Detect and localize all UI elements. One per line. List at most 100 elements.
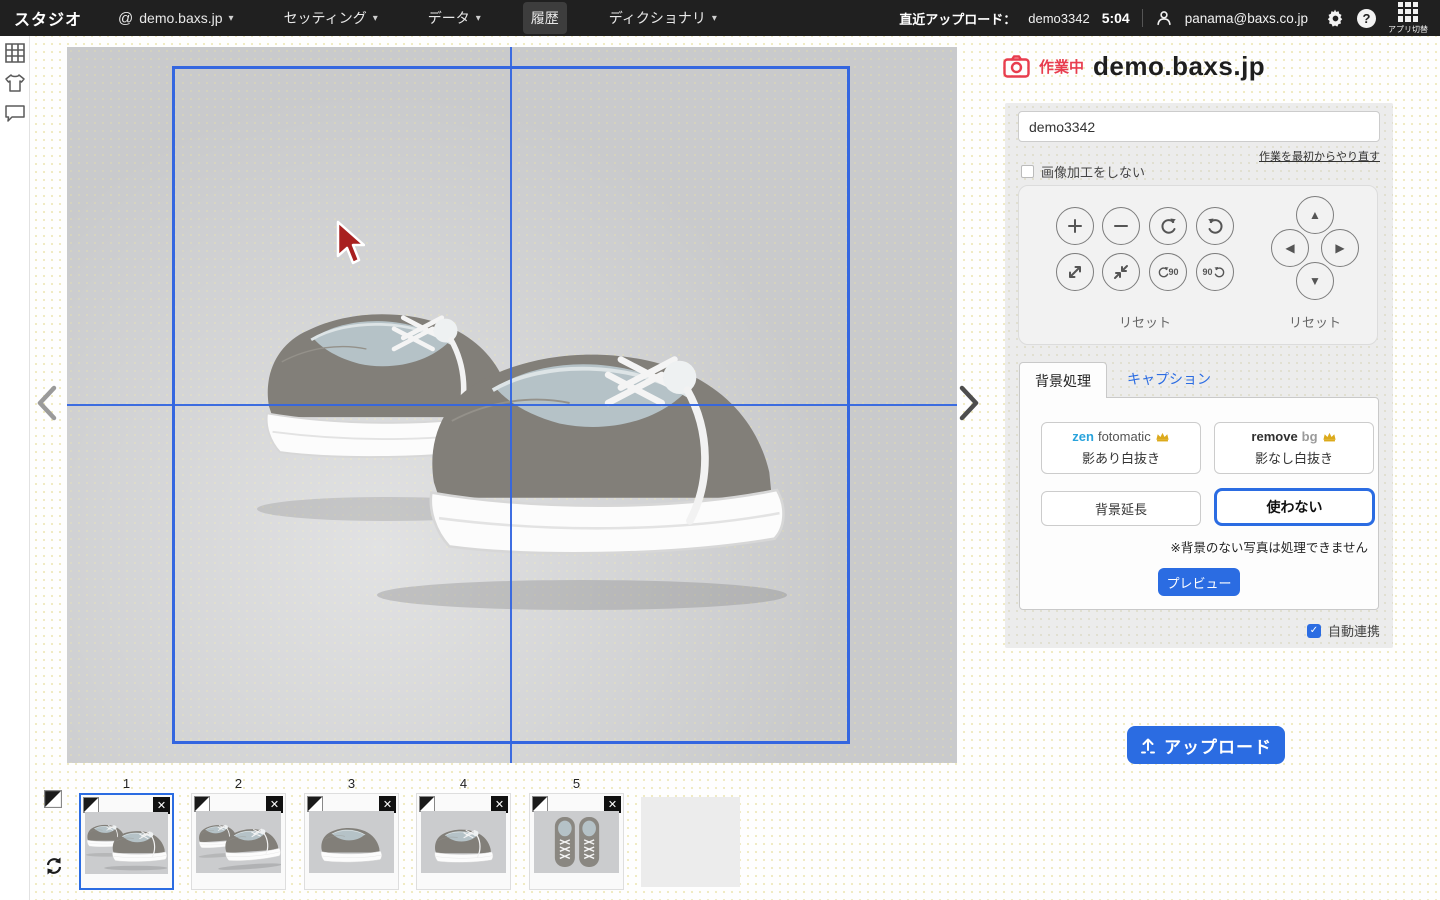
thumbnail-number: 2	[191, 776, 286, 791]
background-processing-panel: zenfotomatic 影あり白抜き removebg 影なし白抜き 背景延長…	[1019, 397, 1379, 610]
no-processing-button[interactable]: 使わない	[1214, 488, 1375, 526]
mouse-cursor-icon	[335, 220, 365, 268]
chevron-down-icon: ▾	[476, 13, 481, 24]
gear-icon[interactable]	[1326, 9, 1345, 28]
thumbnail-image	[85, 812, 168, 874]
thumbnail-number: 1	[79, 776, 174, 791]
menu-settings-label: セッティング	[284, 8, 367, 28]
reset-transform-button[interactable]: リセット	[1119, 312, 1171, 331]
move-right-button[interactable]: ▶	[1321, 229, 1359, 267]
rotate-90-label: 90	[1202, 267, 1212, 277]
menu-data[interactable]: データ ▾	[420, 2, 489, 34]
menu-data-label: データ	[428, 8, 470, 28]
refresh-icon[interactable]	[44, 856, 64, 876]
preview-button[interactable]: プレビュー	[1158, 568, 1240, 596]
topbar-right-group: 直近アップロード： demo3342 5:04 panama@baxs.co.j…	[899, 2, 1428, 35]
user-email: panama@baxs.co.jp	[1185, 11, 1308, 26]
menu-history-label: 履歴	[531, 8, 559, 28]
thumbnail-placeholder	[641, 797, 740, 887]
zenfotomatic-service-button[interactable]: zenfotomatic 影あり白抜き	[1041, 422, 1201, 474]
work-status-label: 作業中	[1039, 56, 1084, 77]
fotomatic-logo-part: fotomatic	[1098, 429, 1151, 444]
thumbnail-item-5[interactable]: ✕	[529, 793, 624, 890]
previous-photo-button[interactable]	[34, 384, 60, 422]
filename-input[interactable]	[1018, 111, 1380, 142]
thumbnail-image	[196, 811, 281, 873]
corner-flag-icon[interactable]	[194, 796, 210, 812]
app-switch-label: アプリ切替	[1388, 24, 1428, 35]
thumbnail-image	[309, 811, 394, 873]
skip-edit-checkbox-row[interactable]: 画像加工をしない	[1021, 162, 1145, 181]
reset-position-button[interactable]: リセット	[1289, 312, 1341, 331]
recent-upload-name: demo3342	[1028, 11, 1089, 26]
work-header: 作業中 demo.baxs.jp	[1003, 51, 1265, 82]
user-icon	[1155, 9, 1173, 27]
move-down-button[interactable]: ▼	[1296, 262, 1334, 300]
menu-site-label: demo.baxs.jp	[139, 10, 222, 26]
thumbnail-item-4[interactable]: ✕	[416, 793, 511, 890]
rotate-cw-icon[interactable]	[1196, 207, 1234, 245]
zenfotomatic-logo: zen fotomatic	[1072, 429, 1169, 444]
arrow-down-icon: ▼	[1309, 274, 1321, 288]
menu-site[interactable]: @ demo.baxs.jp ▾	[110, 4, 242, 33]
zen-logo-part: zen	[1072, 429, 1094, 444]
zoom-out-button[interactable]	[1102, 207, 1140, 245]
rotate-ccw-icon[interactable]	[1149, 207, 1187, 245]
help-icon[interactable]: ?	[1357, 9, 1376, 28]
thumbnail-item-2[interactable]: ✕	[191, 793, 286, 890]
thumbnail-image	[534, 811, 619, 873]
app-switch-button[interactable]: アプリ切替	[1388, 2, 1428, 35]
chevron-down-icon: ▾	[373, 13, 378, 24]
corner-flag-icon[interactable]	[419, 796, 435, 812]
tab-background-processing[interactable]: 背景処理	[1019, 362, 1107, 398]
upload-button[interactable]: アップロード	[1127, 726, 1285, 764]
arrow-left-icon: ◀	[1285, 241, 1294, 255]
corner-flag-icon[interactable]	[532, 796, 548, 812]
at-icon: @	[118, 10, 133, 27]
restart-work-link[interactable]: 作業を最初からやり直す	[1259, 148, 1380, 164]
rotate-cw-90-button[interactable]: 90	[1196, 253, 1234, 291]
shrink-button[interactable]	[1102, 253, 1140, 291]
background-extend-button[interactable]: 背景延長	[1041, 491, 1201, 526]
next-photo-button[interactable]	[956, 384, 982, 422]
thumbnail-item-3[interactable]: ✕	[304, 793, 399, 890]
expand-button[interactable]	[1056, 253, 1094, 291]
apparel-icon[interactable]	[4, 72, 26, 94]
corner-flag-icon[interactable]	[307, 796, 323, 812]
top-navigation-bar: スタジオ @ demo.baxs.jp ▾ セッティング ▾ データ ▾ 履歴 …	[0, 0, 1440, 36]
checkbox-unchecked[interactable]	[1021, 165, 1034, 178]
removebg-service-button[interactable]: remove bg 影なし白抜き	[1214, 422, 1374, 474]
corner-flag-icon[interactable]	[83, 797, 99, 813]
photo-canvas[interactable]	[67, 47, 957, 763]
transform-controls-box: 90 90 ▲ ◀ ▶ ▼ リセット リセット	[1018, 185, 1378, 345]
processing-note: ※背景のない写真は処理できません	[1170, 537, 1368, 556]
thumbnail-item-1[interactable]: ✕	[79, 793, 174, 890]
move-left-button[interactable]: ◀	[1271, 229, 1309, 267]
removebg-logo: remove bg	[1251, 429, 1336, 444]
grid-view-icon[interactable]	[4, 42, 26, 64]
upload-icon	[1140, 737, 1156, 754]
chevron-down-icon: ▾	[712, 13, 717, 24]
upload-label: アップロード	[1164, 733, 1272, 758]
rotate-ccw-90-button[interactable]: 90	[1149, 253, 1187, 291]
move-up-button[interactable]: ▲	[1296, 196, 1334, 234]
chevron-down-icon: ▾	[229, 13, 234, 24]
menu-dictionary[interactable]: ディクショナリ ▾	[601, 2, 725, 34]
recent-upload-label: 直近アップロード：	[899, 9, 1016, 28]
crown-icon	[1155, 431, 1170, 443]
select-all-corner-icon[interactable]	[44, 790, 62, 808]
site-title: demo.baxs.jp	[1093, 51, 1265, 82]
bg-logo-part: bg	[1302, 429, 1318, 444]
arrow-up-icon: ▲	[1309, 208, 1321, 222]
zoom-in-button[interactable]	[1056, 207, 1094, 245]
crop-guide-horizontal	[67, 404, 957, 406]
comment-icon[interactable]	[4, 102, 26, 124]
removebg-sublabel: 影なし白抜き	[1255, 448, 1333, 467]
tab-caption[interactable]: キャプション	[1127, 369, 1211, 389]
auto-link-checkbox-row[interactable]: ✓ 自動連携	[1307, 621, 1380, 640]
menu-history[interactable]: 履歴	[523, 2, 567, 34]
checkbox-checked[interactable]: ✓	[1307, 624, 1321, 638]
menu-settings[interactable]: セッティング ▾	[276, 2, 386, 34]
divider	[1142, 9, 1143, 27]
remove-logo-part: remove	[1251, 429, 1297, 444]
